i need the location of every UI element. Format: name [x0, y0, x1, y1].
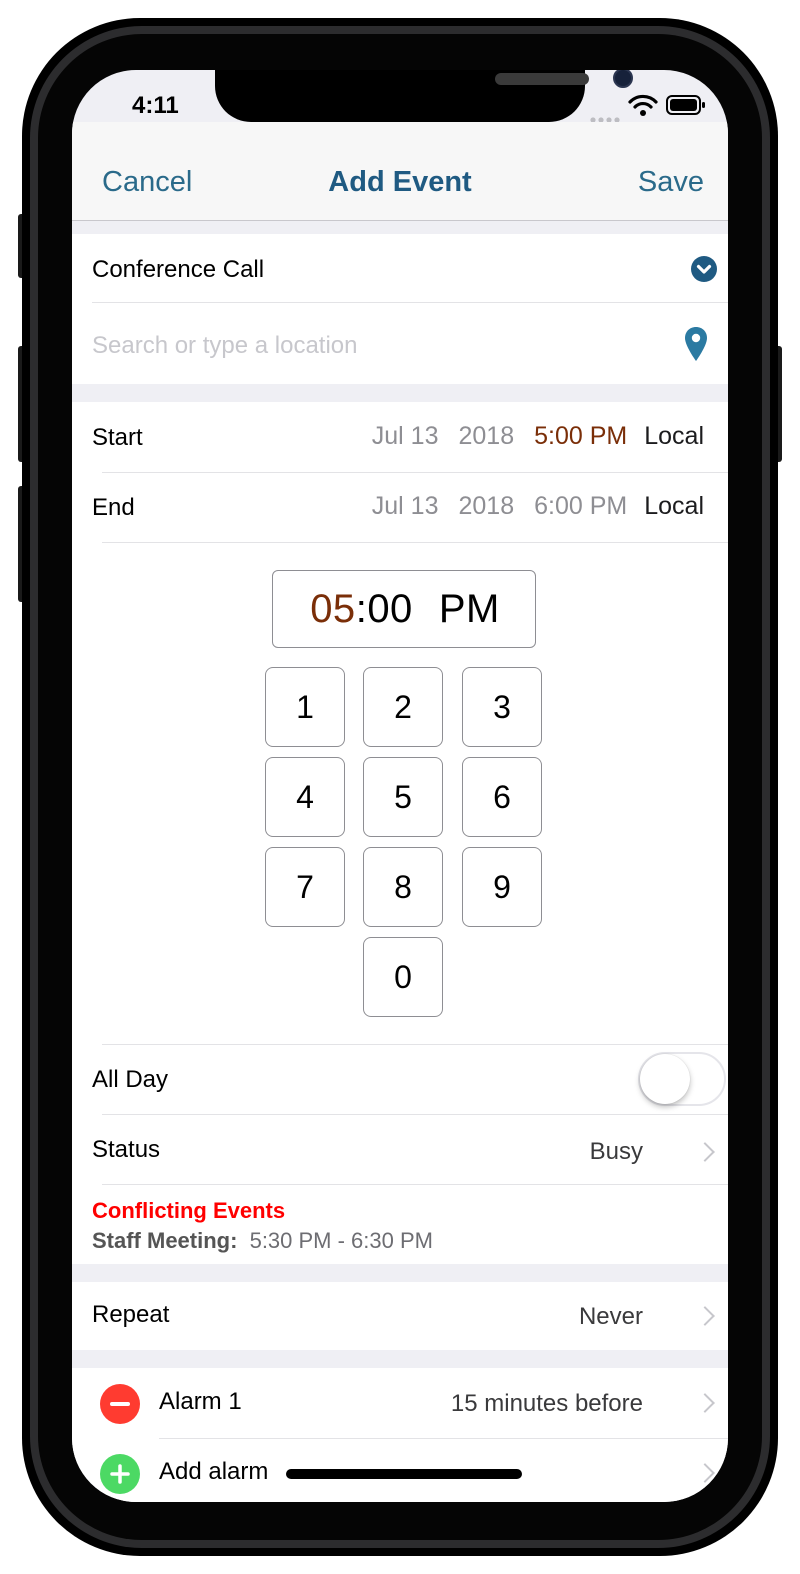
wifi-icon — [628, 94, 658, 116]
alarms-group: Alarm 1 15 minutes before Add alarm — [72, 1368, 728, 1502]
save-button[interactable]: Save — [638, 166, 704, 199]
keypad-key-6[interactable]: 6 — [462, 757, 542, 837]
chevron-right-icon[interactable] — [695, 1142, 715, 1162]
time-colon: : — [355, 587, 368, 631]
divider — [159, 1438, 728, 1439]
all-day-toggle[interactable] — [638, 1052, 726, 1106]
end-label: End — [92, 494, 135, 521]
keypad-key-8[interactable]: 8 — [363, 847, 443, 927]
page-title: Add Event — [328, 166, 472, 198]
start-year[interactable]: 2018 — [459, 422, 515, 451]
chevron-right-icon[interactable] — [695, 1393, 715, 1413]
start-date[interactable]: Jul 13 — [372, 422, 439, 451]
event-title-field[interactable]: Conference Call — [92, 256, 264, 284]
keypad-key-2[interactable]: 2 — [363, 667, 443, 747]
keypad-key-3[interactable]: 3 — [462, 667, 542, 747]
alarm-1-label: Alarm 1 — [159, 1388, 242, 1415]
keypad-key-9[interactable]: 9 — [462, 847, 542, 927]
keypad-key-4[interactable]: 4 — [265, 757, 345, 837]
divider — [102, 1044, 728, 1045]
end-year[interactable]: 2018 — [459, 492, 515, 521]
notch — [215, 70, 633, 122]
end-timezone[interactable]: Local — [644, 492, 704, 521]
status-time: 4:11 — [132, 92, 179, 119]
repeat-group: Repeat Never — [72, 1282, 728, 1350]
status-value[interactable]: Busy — [590, 1138, 643, 1166]
front-camera — [613, 70, 633, 88]
keypad-key-1[interactable]: 1 — [265, 667, 345, 747]
time-ampm[interactable]: PM — [439, 587, 500, 631]
conflict-name: Staff Meeting: — [92, 1228, 238, 1253]
end-time[interactable]: 6:00 PM — [534, 492, 627, 521]
cellular-signal-icon — [590, 110, 622, 123]
divider — [102, 542, 728, 543]
event-details-group: Conference Call Search or type a locatio… — [72, 234, 728, 384]
screen: 4:11 Cancel Add Event Save Conference Ca… — [72, 70, 728, 1502]
chevron-right-icon[interactable] — [695, 1306, 715, 1326]
map-pin-icon[interactable] — [684, 326, 708, 362]
start-label: Start — [92, 424, 143, 451]
repeat-value[interactable]: Never — [579, 1303, 643, 1331]
start-timezone[interactable]: Local — [644, 422, 704, 451]
location-input[interactable]: Search or type a location — [92, 332, 358, 360]
keypad-key-7[interactable]: 7 — [265, 847, 345, 927]
alarm-1-value[interactable]: 15 minutes before — [451, 1390, 643, 1418]
divider — [92, 302, 728, 303]
battery-icon — [666, 95, 706, 115]
end-row[interactable]: Jul 13 2018 6:00 PM Local — [372, 492, 704, 521]
minus-circle-icon[interactable] — [100, 1384, 140, 1424]
add-alarm-label[interactable]: Add alarm — [159, 1458, 268, 1486]
start-row[interactable]: Jul 13 2018 5:00 PM Local — [372, 422, 704, 451]
divider — [102, 1114, 728, 1115]
conflict-time: 5:30 PM - 6:30 PM — [249, 1228, 433, 1253]
time-hour[interactable]: 05 — [310, 587, 356, 631]
divider — [102, 1184, 728, 1185]
status-label: Status — [92, 1136, 161, 1163]
keypad-key-5[interactable]: 5 — [363, 757, 443, 837]
repeat-label: Repeat — [92, 1301, 170, 1328]
plus-circle-icon[interactable] — [100, 1454, 140, 1494]
speaker-grille — [495, 73, 589, 85]
navigation-bar: Cancel Add Event Save — [72, 122, 728, 221]
conflicts-heading: Conflicting Events — [92, 1198, 286, 1223]
toggle-knob — [640, 1054, 690, 1104]
divider — [102, 472, 728, 473]
start-time[interactable]: 5:00 PM — [534, 422, 627, 451]
all-day-label: All Day — [92, 1066, 169, 1093]
home-indicator[interactable] — [286, 1469, 522, 1479]
chevron-right-icon[interactable] — [695, 1463, 715, 1483]
end-date[interactable]: Jul 13 — [372, 492, 439, 521]
time-minute[interactable]: 00 — [367, 587, 413, 631]
schedule-group: Start Jul 13 2018 5:00 PM Local End Jul … — [72, 402, 728, 1264]
time-display: 05:00 PM — [272, 570, 536, 648]
keypad-key-0[interactable]: 0 — [363, 937, 443, 1017]
chevron-down-circle-icon[interactable] — [691, 256, 717, 282]
conflict-item: Staff Meeting: 5:30 PM - 6:30 PM — [92, 1228, 433, 1254]
